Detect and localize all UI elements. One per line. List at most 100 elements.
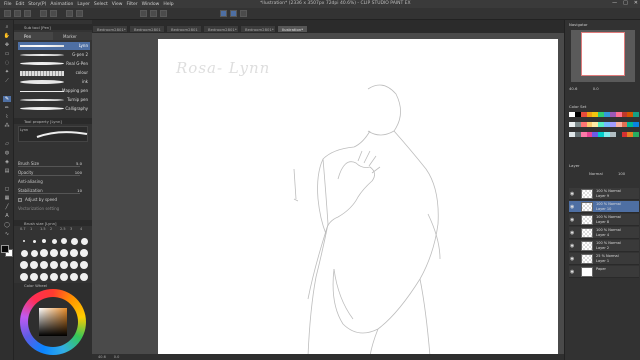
layer-row[interactable]: ◉ 100 % Normal Layer 10 — [569, 201, 639, 213]
doc-tab-active[interactable]: Ilustration* — [277, 25, 309, 33]
size-label[interactable]: 2.5 — [60, 227, 66, 231]
brush-size-dot[interactable] — [80, 249, 88, 257]
adjust-speed-checkbox[interactable] — [18, 197, 22, 202]
doc-tab[interactable]: Bedroom2801* — [203, 25, 239, 33]
tab-pen[interactable]: Pen — [14, 32, 53, 40]
brush-size-dot[interactable] — [40, 273, 48, 281]
layer-row[interactable]: ◉ Paper — [569, 266, 639, 278]
layer-row[interactable]: ◉ 100 % Normal Layer 8 — [569, 214, 639, 226]
brush-size-dot[interactable] — [60, 273, 68, 281]
snap-grid-icon[interactable] — [150, 10, 157, 17]
snap-ruler-icon[interactable] — [140, 10, 147, 17]
snap-special-icon[interactable] — [160, 10, 167, 17]
brush-size-dot[interactable] — [50, 249, 58, 257]
select-tool-icon[interactable]: ▭ — [3, 51, 11, 57]
main-sub-color[interactable] — [1, 245, 13, 257]
visibility-eye-icon[interactable]: ◉ — [570, 191, 574, 197]
brush-size-dot[interactable] — [50, 273, 58, 281]
brush-item[interactable]: Turnip pen — [18, 96, 90, 104]
layer-row[interactable]: ◉ 100 % Normal Layer 2 — [569, 240, 639, 252]
adjust-speed-row[interactable]: Adjust by speed — [18, 196, 90, 203]
move-tool-icon[interactable]: ✥ — [3, 42, 11, 48]
navigator-zoom-row[interactable]: 40.6 0.0 — [569, 86, 639, 92]
maximize-button[interactable]: □ — [623, 0, 628, 6]
brush-size-dot[interactable] — [42, 239, 46, 243]
fill-tool-icon[interactable]: ◈ — [3, 159, 11, 165]
brush-size-dot[interactable] — [70, 249, 78, 257]
brush-size-dot[interactable] — [60, 261, 68, 269]
navigator-preview[interactable] — [571, 30, 635, 82]
stabilize-icon[interactable] — [220, 10, 227, 17]
airbrush-tool-icon[interactable]: ⁂ — [3, 123, 11, 129]
brush-size-dot[interactable] — [20, 249, 28, 257]
save-icon[interactable] — [24, 10, 31, 17]
ruler-tool-icon[interactable]: ╱ — [3, 204, 11, 210]
brush-size-dot[interactable] — [70, 237, 78, 245]
close-button[interactable]: ✕ — [634, 0, 638, 6]
menu-select[interactable]: Select — [94, 2, 108, 7]
transform-icon[interactable] — [76, 10, 83, 17]
brush-size-dot[interactable] — [32, 239, 36, 243]
pen-pressure-icon[interactable] — [230, 10, 237, 17]
menu-file[interactable]: File — [4, 2, 12, 7]
tab-marker[interactable]: Marker — [53, 32, 92, 40]
visibility-eye-icon[interactable]: ◉ — [570, 269, 574, 275]
menu-layer[interactable]: Layer — [77, 2, 90, 7]
main-color-swatch[interactable] — [1, 245, 9, 253]
size-label[interactable]: 0.7 — [20, 227, 26, 231]
stabilization-row[interactable]: Stabilization 10 — [18, 187, 90, 194]
brush-size-dot[interactable] — [30, 273, 38, 281]
zoom-tool-icon[interactable]: ⌕ — [3, 24, 11, 30]
brush-size-dot[interactable] — [40, 261, 48, 269]
brush-size-row[interactable]: Brush Size 5.0 — [18, 160, 90, 167]
redo-icon[interactable] — [50, 10, 57, 17]
size-label[interactable]: 4 — [80, 227, 82, 231]
stabilization-slider[interactable] — [18, 193, 80, 194]
layer-opacity-value[interactable]: 100 — [618, 171, 625, 176]
menu-view[interactable]: View — [112, 2, 123, 7]
brush-size-dot[interactable] — [61, 238, 67, 244]
brush-item[interactable]: G-pen 2 — [18, 51, 90, 59]
clear-icon[interactable] — [66, 10, 73, 17]
mirror-icon[interactable] — [240, 10, 247, 17]
drawing-canvas[interactable]: Rosa- Lynn — [158, 39, 558, 356]
eyedropper-tool-icon[interactable]: ⟋ — [3, 78, 11, 84]
brush-size-dot[interactable] — [80, 273, 88, 281]
vectorize-row[interactable]: Vectorization setting — [18, 205, 90, 212]
balloon-tool-icon[interactable]: ◯ — [3, 222, 11, 228]
blend-tool-icon[interactable]: ◍ — [3, 150, 11, 156]
menu-edit[interactable]: Edit — [16, 2, 25, 7]
palette-swatch[interactable] — [633, 112, 639, 117]
brush-tool-icon[interactable]: ⌇ — [3, 114, 11, 120]
menu-window[interactable]: Window — [142, 2, 160, 7]
brush-size-dot[interactable] — [51, 238, 57, 244]
brush-size-dot[interactable] — [80, 237, 88, 245]
visibility-eye-icon[interactable]: ◉ — [570, 204, 574, 210]
eraser-tool-icon[interactable]: ▱ — [3, 141, 11, 147]
antialias-row[interactable]: Anti-aliasing — [18, 178, 90, 185]
opacity-row[interactable]: Opacity 100 — [18, 169, 90, 176]
palette-swatch[interactable] — [633, 122, 639, 127]
frame-tool-icon[interactable]: ▦ — [3, 195, 11, 201]
brush-size-dot[interactable] — [23, 240, 25, 242]
brush-size-dot[interactable] — [80, 261, 88, 269]
text-tool-icon[interactable]: A — [3, 213, 11, 219]
brush-size-dot[interactable] — [70, 273, 78, 281]
menu-filter[interactable]: Filter — [126, 2, 137, 7]
brush-size-dot[interactable] — [70, 261, 78, 269]
layer-row[interactable]: ◉ 100 % Normal Layer 4 — [569, 227, 639, 239]
brush-size-slider[interactable] — [18, 166, 80, 167]
new-file-icon[interactable] — [4, 10, 11, 17]
visibility-eye-icon[interactable]: ◉ — [570, 243, 574, 249]
brush-size-dot[interactable] — [20, 273, 28, 281]
menu-story[interactable]: Story(P) — [28, 2, 46, 7]
wand-tool-icon[interactable]: ✦ — [3, 69, 11, 75]
doc-tab[interactable]: Bedroom2801 — [129, 25, 165, 33]
brush-item[interactable]: ink — [18, 78, 90, 86]
hand-tool-icon[interactable]: ✋ — [3, 33, 11, 39]
menu-animation[interactable]: Animation — [50, 2, 73, 7]
brush-size-dot[interactable] — [30, 261, 38, 269]
correct-line-tool-icon[interactable]: ∿ — [3, 231, 11, 237]
size-label[interactable]: 3 — [70, 227, 72, 231]
pencil-tool-icon[interactable]: ✏ — [3, 105, 11, 111]
